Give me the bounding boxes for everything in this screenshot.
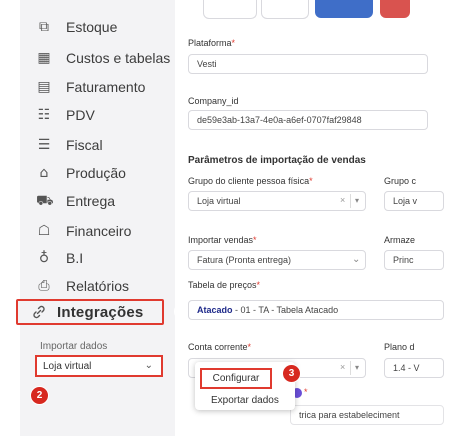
sidebar-item-financeiro[interactable]: ☖ Financeiro — [36, 220, 132, 242]
sidebar-item-label: Fiscal — [66, 137, 103, 153]
clear-icon[interactable]: × — [340, 362, 345, 372]
top-button-2[interactable] — [261, 0, 309, 19]
sidebar-item-label: Produção — [66, 165, 126, 181]
caret-down-icon[interactable]: ▾ — [355, 196, 359, 205]
importar-vendas-label: Importar vendas* — [188, 235, 257, 245]
sidebar-item-label: Estoque — [66, 19, 118, 35]
select-value: Loja virtual — [197, 196, 241, 206]
bank-icon: ☖ — [37, 223, 51, 239]
divider — [350, 194, 351, 208]
grupo-pj-select[interactable]: Loja v — [384, 191, 444, 211]
company-id-label: Company_id — [188, 96, 239, 106]
sidebar-item-entrega[interactable]: ⛟ Entrega — [36, 190, 115, 212]
sidebar-item-label: Entrega — [66, 193, 116, 209]
sidebar-item-faturamento[interactable]: ▤ Faturamento — [36, 76, 145, 98]
plataforma-field[interactable]: Vesti — [188, 54, 428, 74]
step-badge-3: 3 — [282, 364, 301, 383]
clear-icon[interactable]: × — [340, 195, 345, 205]
select-value: Fatura (Pronta entrega) — [197, 255, 292, 265]
section-title: Parâmetros de importação de vendas — [188, 155, 366, 166]
stock-icon: ⧉ — [39, 19, 49, 35]
company-id-field[interactable]: de59e3ab-13a7-4e0a-a6ef-0707faf29848 — [188, 110, 428, 130]
sidebar-item-label: Relatórios — [66, 278, 130, 294]
sidebar-item-relatorios[interactable]: ⎙ Relatórios — [36, 275, 129, 297]
configurar-menu-item[interactable]: Configurar — [200, 368, 272, 389]
register-icon: ☷ — [37, 107, 51, 123]
sidebar-item-fiscal[interactable]: ☰ Fiscal — [36, 134, 103, 156]
factory-icon: ⌂ — [39, 165, 49, 181]
armazem-label: Armaze — [384, 235, 416, 245]
calculator-icon: ▦ — [37, 50, 51, 66]
divider — [350, 361, 351, 375]
sidebar-item-label: B.I — [66, 250, 84, 266]
tabela-precos-label: Tabela de preços* — [188, 280, 261, 290]
chevron-down-icon: ⌄ — [352, 254, 361, 265]
truck-icon: ⛟ — [36, 193, 54, 209]
sidebar-item-label: Integrações — [57, 303, 144, 321]
caret-down-icon[interactable]: ▾ — [355, 363, 359, 372]
link-icon — [31, 304, 47, 320]
sidebar-item-estoque[interactable]: ⧉ Estoque — [36, 16, 117, 38]
bulb-icon: ♁ — [38, 250, 50, 266]
sidebar-item-label: Faturamento — [66, 79, 146, 95]
conta-corrente-label: Conta corrente* — [188, 342, 252, 352]
sidebar-item-label: PDV — [66, 107, 95, 123]
plataforma-label: Plataforma* — [188, 38, 236, 48]
sidebar-item-label: Custos e tabelas — [66, 50, 171, 66]
sidebar-item-integracoes[interactable]: Integrações — [16, 299, 164, 325]
exportar-dados-menu-item[interactable]: Exportar dados — [211, 395, 279, 406]
step-badge-2: 2 — [30, 386, 49, 405]
sidebar-item-producao[interactable]: ⌂ Produção — [36, 162, 126, 184]
armazem-select[interactable]: Princ — [384, 250, 444, 270]
sidebar-item-bi[interactable]: ♁ B.I — [36, 247, 83, 269]
importar-vendas-select[interactable]: Fatura (Pronta entrega) — [188, 250, 366, 270]
sidebar-item-label: Financeiro — [66, 223, 132, 239]
tabela-code: Atacado — [197, 305, 233, 315]
printer-icon: ⎙ — [38, 278, 50, 294]
invoice-icon: ▤ — [37, 79, 51, 95]
tabela-description: - 01 - TA - Tabela Atacado — [232, 305, 339, 315]
sidebar-item-custos[interactable]: ▦ Custos e tabelas — [36, 47, 170, 69]
grupo-pf-label: Grupo do cliente pessoa física* — [188, 176, 313, 186]
select-value: Loja virtual — [43, 360, 92, 372]
plano-select[interactable]: 1.4 - V — [384, 358, 444, 378]
tabela-precos-select[interactable]: Atacado - 01 - TA - Tabela Atacado — [188, 300, 444, 320]
document-icon: ☰ — [37, 137, 51, 153]
importar-dados-label: Importar dados — [40, 341, 108, 352]
required-mark: * — [304, 387, 308, 397]
importar-dados-select[interactable]: Loja virtual ⌄ — [35, 355, 163, 377]
plano-label: Plano d — [384, 342, 415, 352]
chevron-down-icon: ⌄ — [144, 360, 153, 371]
grupo-pj-label: Grupo c — [384, 176, 417, 186]
bottom-field[interactable]: trica para estabeleciment — [290, 405, 444, 425]
top-button-1[interactable] — [203, 0, 257, 19]
top-button-4[interactable] — [380, 0, 410, 18]
top-button-3[interactable] — [315, 0, 373, 18]
sidebar-item-pdv[interactable]: ☷ PDV — [36, 104, 95, 126]
